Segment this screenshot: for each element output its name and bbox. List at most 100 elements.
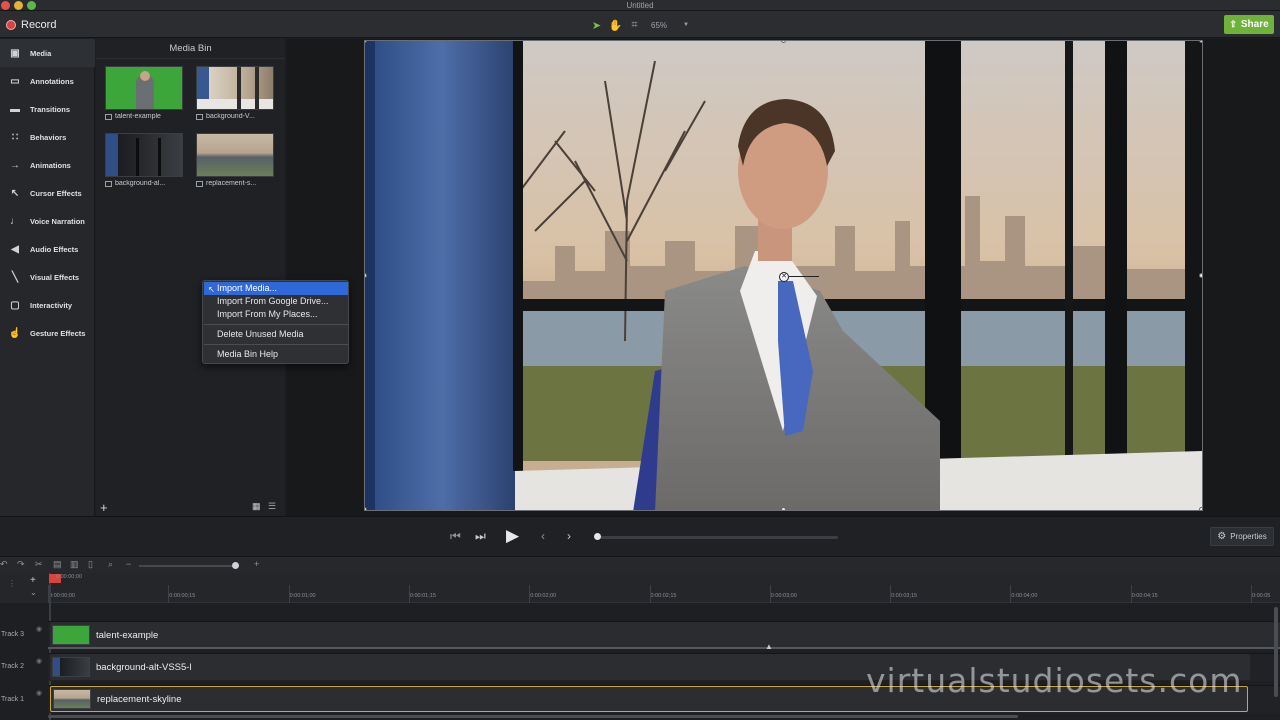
sidebar-item-label: Media bbox=[30, 48, 52, 58]
eye-icon[interactable]: ◉ bbox=[36, 657, 42, 665]
chevron-down-icon[interactable]: ▼ bbox=[683, 22, 689, 28]
clip-talent-example[interactable]: talent-example bbox=[50, 622, 1280, 648]
menu-item-import-media[interactable]: Import Media... bbox=[204, 282, 348, 295]
sidebar-item-gesture-effects[interactable]: ☝ Gesture Effects bbox=[0, 319, 95, 347]
ruler-tick-label: 0:00:02;00 bbox=[530, 593, 557, 599]
clip-thumbnail bbox=[52, 657, 90, 677]
marker-icon[interactable]: ▲ bbox=[765, 642, 773, 651]
resize-handle[interactable] bbox=[1199, 507, 1202, 510]
resize-handle[interactable] bbox=[1199, 273, 1202, 278]
paste-icon[interactable]: ▥ bbox=[70, 559, 79, 570]
sidebar-item-visual-effects[interactable]: ╲ Visual Effects bbox=[0, 263, 95, 291]
media-item-talent-example[interactable]: talent-example bbox=[105, 66, 183, 124]
redo-icon[interactable]: ↷ bbox=[17, 559, 25, 570]
window-title: Untitled bbox=[626, 1, 654, 10]
hand-icon: ☝ bbox=[8, 327, 22, 339]
sidebar-item-audio-effects[interactable]: ◀ Audio Effects bbox=[0, 235, 95, 263]
person-head bbox=[140, 71, 150, 81]
media-bin-context-menu: Import Media... Import From Google Drive… bbox=[202, 280, 349, 364]
split-icon[interactable]: ▯ bbox=[88, 559, 93, 570]
timeline-scrollbar[interactable] bbox=[48, 715, 1018, 718]
media-thumbnail bbox=[196, 133, 274, 177]
sidebar-item-label: Animations bbox=[30, 160, 71, 170]
media-item-background-alt[interactable]: background-al... bbox=[105, 133, 183, 191]
step-forward-icon[interactable]: ⏭ bbox=[475, 529, 486, 544]
microphone-icon: ♩ bbox=[10, 215, 20, 227]
cut-icon[interactable]: ✂ bbox=[35, 559, 43, 570]
media-item-background-v[interactable]: background-V... bbox=[196, 66, 274, 124]
eye-icon[interactable]: ◉ bbox=[36, 689, 42, 697]
zoom-in-icon[interactable]: + bbox=[254, 559, 259, 569]
share-button[interactable]: ⇧ Share bbox=[1224, 15, 1274, 34]
rotate-handle-icon[interactable]: ✕ bbox=[779, 272, 789, 282]
zoom-out-icon[interactable]: − bbox=[126, 559, 131, 569]
clip-label: background-alt-VSS5-l bbox=[96, 661, 192, 673]
sidebar-item-cursor-effects[interactable]: ↖ Cursor Effects bbox=[0, 179, 95, 207]
properties-button[interactable]: ⚙ Properties bbox=[1210, 527, 1274, 546]
menu-item-delete-unused-media[interactable]: Delete Unused Media bbox=[204, 328, 348, 341]
crop-icon[interactable]: ⌗ bbox=[628, 19, 641, 32]
time-ruler[interactable]: 0:00:00;00 0:00:00;15 0:00:01;00 0:00:01;15… bbox=[48, 573, 1280, 603]
sidebar-item-label: Audio Effects bbox=[30, 244, 79, 254]
resize-handle[interactable] bbox=[365, 507, 367, 510]
play-icon[interactable]: ▶ bbox=[506, 526, 519, 546]
sidebar-item-label: Transitions bbox=[30, 104, 71, 114]
watermark-text: virtualstudiosets.com bbox=[866, 661, 1243, 700]
hand-pan-icon[interactable]: ✋ bbox=[609, 19, 623, 32]
menu-item-media-bin-help[interactable]: Media Bin Help bbox=[204, 348, 348, 361]
record-button[interactable]: Record bbox=[6, 17, 56, 33]
interactivity-icon: ▢ bbox=[10, 299, 20, 311]
sidebar-item-label: Behaviors bbox=[30, 132, 67, 142]
scrub-knob[interactable] bbox=[594, 533, 601, 540]
menu-item-import-google-drive[interactable]: Import From Google Drive... bbox=[204, 295, 348, 308]
menu-item-import-my-places[interactable]: Import From My Places... bbox=[204, 308, 348, 321]
rotate-handle-line bbox=[789, 276, 819, 277]
clip-label: replacement-skyline bbox=[97, 693, 182, 705]
sidebar-item-transitions[interactable]: ▬ Transitions bbox=[0, 95, 95, 123]
sidebar-item-media[interactable]: ▣ Media bbox=[0, 39, 95, 67]
menu-separator bbox=[204, 344, 348, 345]
zoom-icon[interactable]: ⌕ bbox=[108, 559, 113, 570]
record-label: Record bbox=[21, 19, 57, 31]
step-back-icon[interactable]: ⏮ bbox=[450, 529, 461, 544]
vertical-scrollbar[interactable] bbox=[1274, 607, 1278, 697]
sidebar-item-behaviors[interactable]: ∷ Behaviors bbox=[0, 123, 95, 151]
timeline-zoom-slider[interactable] bbox=[139, 565, 237, 567]
grid-view-icon[interactable]: ▦ bbox=[252, 501, 263, 512]
track-row[interactable]: talent-example bbox=[48, 621, 1280, 649]
add-media-icon[interactable]: + bbox=[100, 500, 108, 515]
collapse-icon[interactable]: ⌄ bbox=[30, 588, 37, 597]
sidebar-item-voice-narration[interactable]: ♩ Voice Narration bbox=[0, 207, 95, 235]
media-item-replacement-skyline[interactable]: replacement-s... bbox=[196, 133, 274, 191]
clip-label: talent-example bbox=[96, 629, 159, 641]
next-icon[interactable]: › bbox=[567, 529, 571, 543]
copy-icon[interactable]: ▤ bbox=[53, 559, 62, 570]
zoom-level[interactable]: 65% bbox=[651, 21, 667, 30]
sidebar-item-annotations[interactable]: ▭ Annotations bbox=[0, 67, 95, 95]
add-track-icon[interactable]: + bbox=[30, 575, 36, 586]
ruler-tick-mark bbox=[408, 585, 410, 603]
list-view-icon[interactable]: ☰ bbox=[268, 501, 279, 512]
video-file-icon bbox=[105, 113, 112, 120]
timeline-zoom-knob[interactable] bbox=[232, 562, 239, 569]
sidebar-item-animations[interactable]: → Animations bbox=[0, 151, 95, 179]
video-file-icon bbox=[105, 180, 112, 187]
media-bin-title: Media Bin bbox=[96, 39, 285, 59]
ruler-tick-mark bbox=[890, 585, 892, 603]
track-label: Track 3 bbox=[1, 631, 25, 638]
resize-handle[interactable] bbox=[1199, 41, 1202, 43]
resize-handle[interactable] bbox=[781, 507, 786, 510]
previous-icon[interactable]: ‹ bbox=[541, 529, 545, 543]
undo-icon[interactable]: ↶ bbox=[0, 559, 8, 570]
eye-icon[interactable]: ◉ bbox=[36, 625, 42, 633]
track-options-icon[interactable]: ⋮ bbox=[8, 579, 16, 588]
scrub-bar[interactable] bbox=[596, 536, 838, 539]
ruler-tick-mark bbox=[1130, 585, 1132, 603]
window-frame bbox=[237, 67, 241, 109]
sidebar-item-label: Visual Effects bbox=[30, 272, 80, 282]
arrow-pointer-icon[interactable]: ➤ bbox=[590, 19, 603, 32]
image-file-icon bbox=[196, 180, 203, 187]
sidebar-item-interactivity[interactable]: ▢ Interactivity bbox=[0, 291, 95, 319]
mouse-cursor-icon: ↖ bbox=[208, 285, 215, 294]
preview-canvas[interactable]: ✕ bbox=[364, 40, 1203, 511]
